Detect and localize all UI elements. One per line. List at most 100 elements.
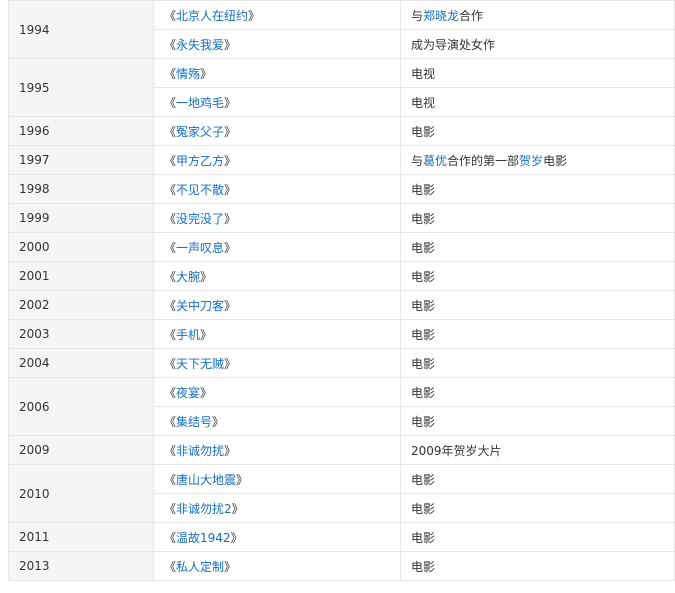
quote-close: 》: [248, 8, 261, 23]
note-cell: 2009年贺岁大片: [400, 435, 675, 465]
work-title-cell: 《一声叹息》: [153, 232, 401, 262]
note-cell: 电影: [400, 464, 675, 494]
note-cell: 电影: [400, 493, 675, 523]
work-title-link[interactable]: 非诚勿扰2: [176, 502, 232, 516]
quote-close: 》: [224, 240, 237, 255]
note-cell: 电影: [400, 203, 675, 233]
quote-open: 《: [164, 37, 177, 52]
work-title-link[interactable]: 永失我爱: [176, 38, 224, 52]
quote-close: 》: [236, 472, 249, 487]
work-title-cell: 《私人定制》: [153, 551, 401, 581]
note-text: 电影: [411, 559, 436, 574]
quote-open: 《: [164, 8, 177, 23]
work-title-link[interactable]: 天下无贼: [176, 357, 224, 371]
note-text: 电视: [411, 95, 436, 110]
work-title-link[interactable]: 一地鸡毛: [176, 96, 224, 110]
quote-close: 》: [230, 530, 243, 545]
work-title-link[interactable]: 非诚勿扰: [176, 444, 224, 458]
year-cell: 2009: [8, 435, 154, 465]
table-row: 1999 《没完没了》 电影: [8, 203, 675, 233]
quote-open: 《: [164, 298, 177, 313]
work-title-link[interactable]: 不见不散: [176, 183, 224, 197]
note-text: 电影: [411, 501, 436, 516]
work-title-link[interactable]: 甲方乙方: [176, 154, 224, 168]
note-text: 与: [411, 8, 424, 23]
work-title-cell: 《冤家父子》: [153, 116, 401, 146]
filmography-table: 1994 《北京人在纽约》 与郑晓龙合作 《永失我爱》 成为导演处女作 1995 《情殇》电…: [8, 0, 675, 581]
work-title-link[interactable]: 唐山大地震: [176, 473, 236, 487]
year-cell: 2000: [8, 232, 154, 262]
quote-close: 》: [200, 269, 213, 284]
year-cell: 1999: [8, 203, 154, 233]
note-text: 电影: [411, 298, 436, 313]
work-title-cell: 《温故1942》: [153, 522, 401, 552]
note-cell: 成为导演处女作: [400, 29, 675, 59]
quote-close: 》: [224, 124, 237, 139]
quote-close: 》: [224, 298, 237, 313]
work-title-link[interactable]: 情殇: [176, 67, 200, 81]
table-row: 2001 《大腕》 电影: [8, 261, 675, 291]
note-link[interactable]: 郑晓龙: [423, 9, 459, 23]
note-text: 电影: [543, 153, 568, 168]
year-cell: 1996: [8, 116, 154, 146]
work-title-link[interactable]: 大腕: [176, 270, 200, 284]
work-title-cell: 《没完没了》: [153, 203, 401, 233]
table-row: 2009 《非诚勿扰》 2009年贺岁大片: [8, 435, 675, 465]
note-cell: 电影: [400, 551, 675, 581]
year-cell: 1995: [8, 58, 154, 117]
work-title-cell: 《手机》: [153, 319, 401, 349]
note-text: 电影: [411, 211, 436, 226]
work-title-link[interactable]: 私人定制: [176, 560, 224, 574]
work-title-cell: 《不见不散》: [153, 174, 401, 204]
work-title-link[interactable]: 手机: [176, 328, 200, 342]
table-row: 2000 《一声叹息》 电影: [8, 232, 675, 262]
note-text: 成为导演处女作: [411, 37, 496, 52]
work-title-link[interactable]: 一声叹息: [176, 241, 224, 255]
quote-open: 《: [164, 472, 177, 487]
year-cell: 2002: [8, 290, 154, 320]
note-link[interactable]: 贺岁: [519, 154, 543, 168]
quote-open: 《: [164, 443, 177, 458]
note-text: 电影: [411, 414, 436, 429]
note-text: 电影: [411, 530, 436, 545]
work-title-cell: 《天下无贼》: [153, 348, 401, 378]
note-cell: 电影: [400, 232, 675, 262]
table-row: 2010 《唐山大地震》 电影: [8, 464, 675, 523]
work-title-link[interactable]: 集结号: [176, 415, 212, 429]
note-link[interactable]: 葛优: [423, 154, 447, 168]
quote-open: 《: [164, 269, 177, 284]
quote-open: 《: [164, 240, 177, 255]
table-row: 2002 《关中刀客》 电影: [8, 290, 675, 320]
work-title-cell: 《非诚勿扰》: [153, 435, 401, 465]
quote-close: 》: [200, 385, 213, 400]
note-text: 电影: [411, 269, 436, 284]
work-title-link[interactable]: 没完没了: [176, 212, 224, 226]
note-cell: 电影: [400, 116, 675, 146]
table-row: 2013 《私人定制》 电影: [8, 551, 675, 581]
note-cell: 电影: [400, 406, 675, 436]
work-title-link[interactable]: 温故1942: [176, 531, 231, 545]
year-cell: 2011: [8, 522, 154, 552]
note-cell: 电影: [400, 174, 675, 204]
quote-close: 》: [224, 37, 237, 52]
work-title-link[interactable]: 夜宴: [176, 386, 200, 400]
quote-open: 《: [164, 124, 177, 139]
year-cell: 2006: [8, 377, 154, 436]
year-cell: 2003: [8, 319, 154, 349]
note-text: 2009年贺岁大片: [411, 443, 502, 458]
work-title-cell: 《永失我爱》: [153, 29, 401, 59]
work-title-link[interactable]: 北京人在纽约: [176, 9, 248, 23]
note-cell: 电影: [400, 261, 675, 291]
quote-open: 《: [164, 327, 177, 342]
work-title-link[interactable]: 冤家父子: [176, 125, 224, 139]
quote-close: 》: [224, 95, 237, 110]
note-text: 电影: [411, 124, 436, 139]
quote-close: 》: [200, 66, 213, 81]
table-row: 2003 《手机》 电影: [8, 319, 675, 349]
work-title-link[interactable]: 关中刀客: [176, 299, 224, 313]
table-row: 1998 《不见不散》 电影: [8, 174, 675, 204]
quote-open: 《: [164, 66, 177, 81]
note-text: 电影: [411, 327, 436, 342]
table-row: 1994 《北京人在纽约》 与郑晓龙合作: [8, 0, 675, 59]
quote-open: 《: [164, 559, 177, 574]
